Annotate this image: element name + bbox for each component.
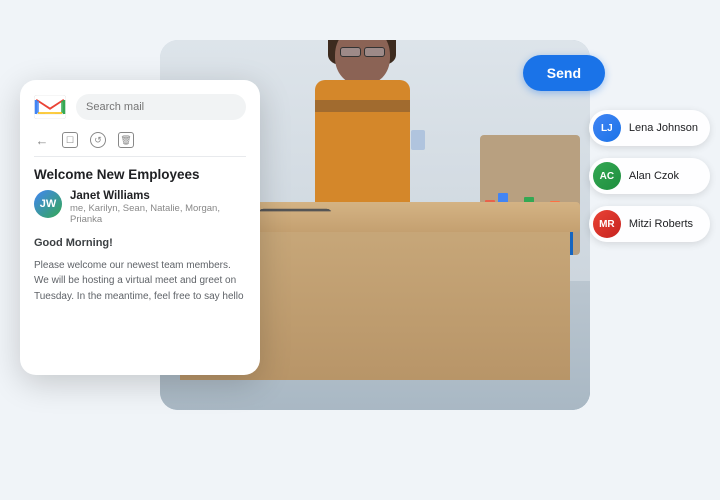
sender-info: Janet Williams me, Karilyn, Sean, Natali… [70,190,246,225]
email-subject: Welcome New Employees [20,167,260,190]
recipient-name-1: Lena Johnson [629,122,698,134]
recipients-panel: LJ Lena Johnson AC Alan Czok MR Mitzi Ro… [589,110,710,242]
send-button[interactable]: Send [523,55,605,91]
person-body [315,80,410,210]
sender-name: Janet Williams [70,190,246,202]
recipient-name-3: Mitzi Roberts [629,218,693,230]
gmail-logo-icon [34,95,66,119]
recipient-item: LJ Lena Johnson [589,110,710,146]
recipient-item-2: AC Alan Czok [589,158,710,194]
sender-avatar: JW [34,190,62,218]
gmail-header [20,80,260,128]
gmail-search-input[interactable] [76,94,246,120]
email-greeting: Good Morning! [34,235,246,252]
person-head [335,40,390,85]
recipient-avatar-1: LJ [593,114,621,142]
sender-to: me, Karilyn, Sean, Natalie, Morgan, Pria… [70,203,246,225]
gmail-card: ← ☐ ↺ 🗑 Welcome New Employees JW Janet W… [20,80,260,375]
email-body-text: Please welcome our newest team members. … [34,258,246,305]
back-icon[interactable]: ← [34,132,50,148]
recipient-avatar-2: AC [593,162,621,190]
recipient-avatar-3: MR [593,210,621,238]
recipient-item-3: MR Mitzi Roberts [589,206,710,242]
sender-row: JW Janet Williams me, Karilyn, Sean, Nat… [20,190,260,235]
refresh-icon[interactable]: ↺ [90,132,106,148]
delete-icon[interactable]: 🗑 [118,132,134,148]
email-body: Good Morning! Please welcome our newest … [20,235,260,304]
gmail-toolbar: ← ☐ ↺ 🗑 [20,128,260,156]
divider [34,156,246,157]
recipient-name-2: Alan Czok [629,170,679,182]
inbox-icon[interactable]: ☐ [62,132,78,148]
